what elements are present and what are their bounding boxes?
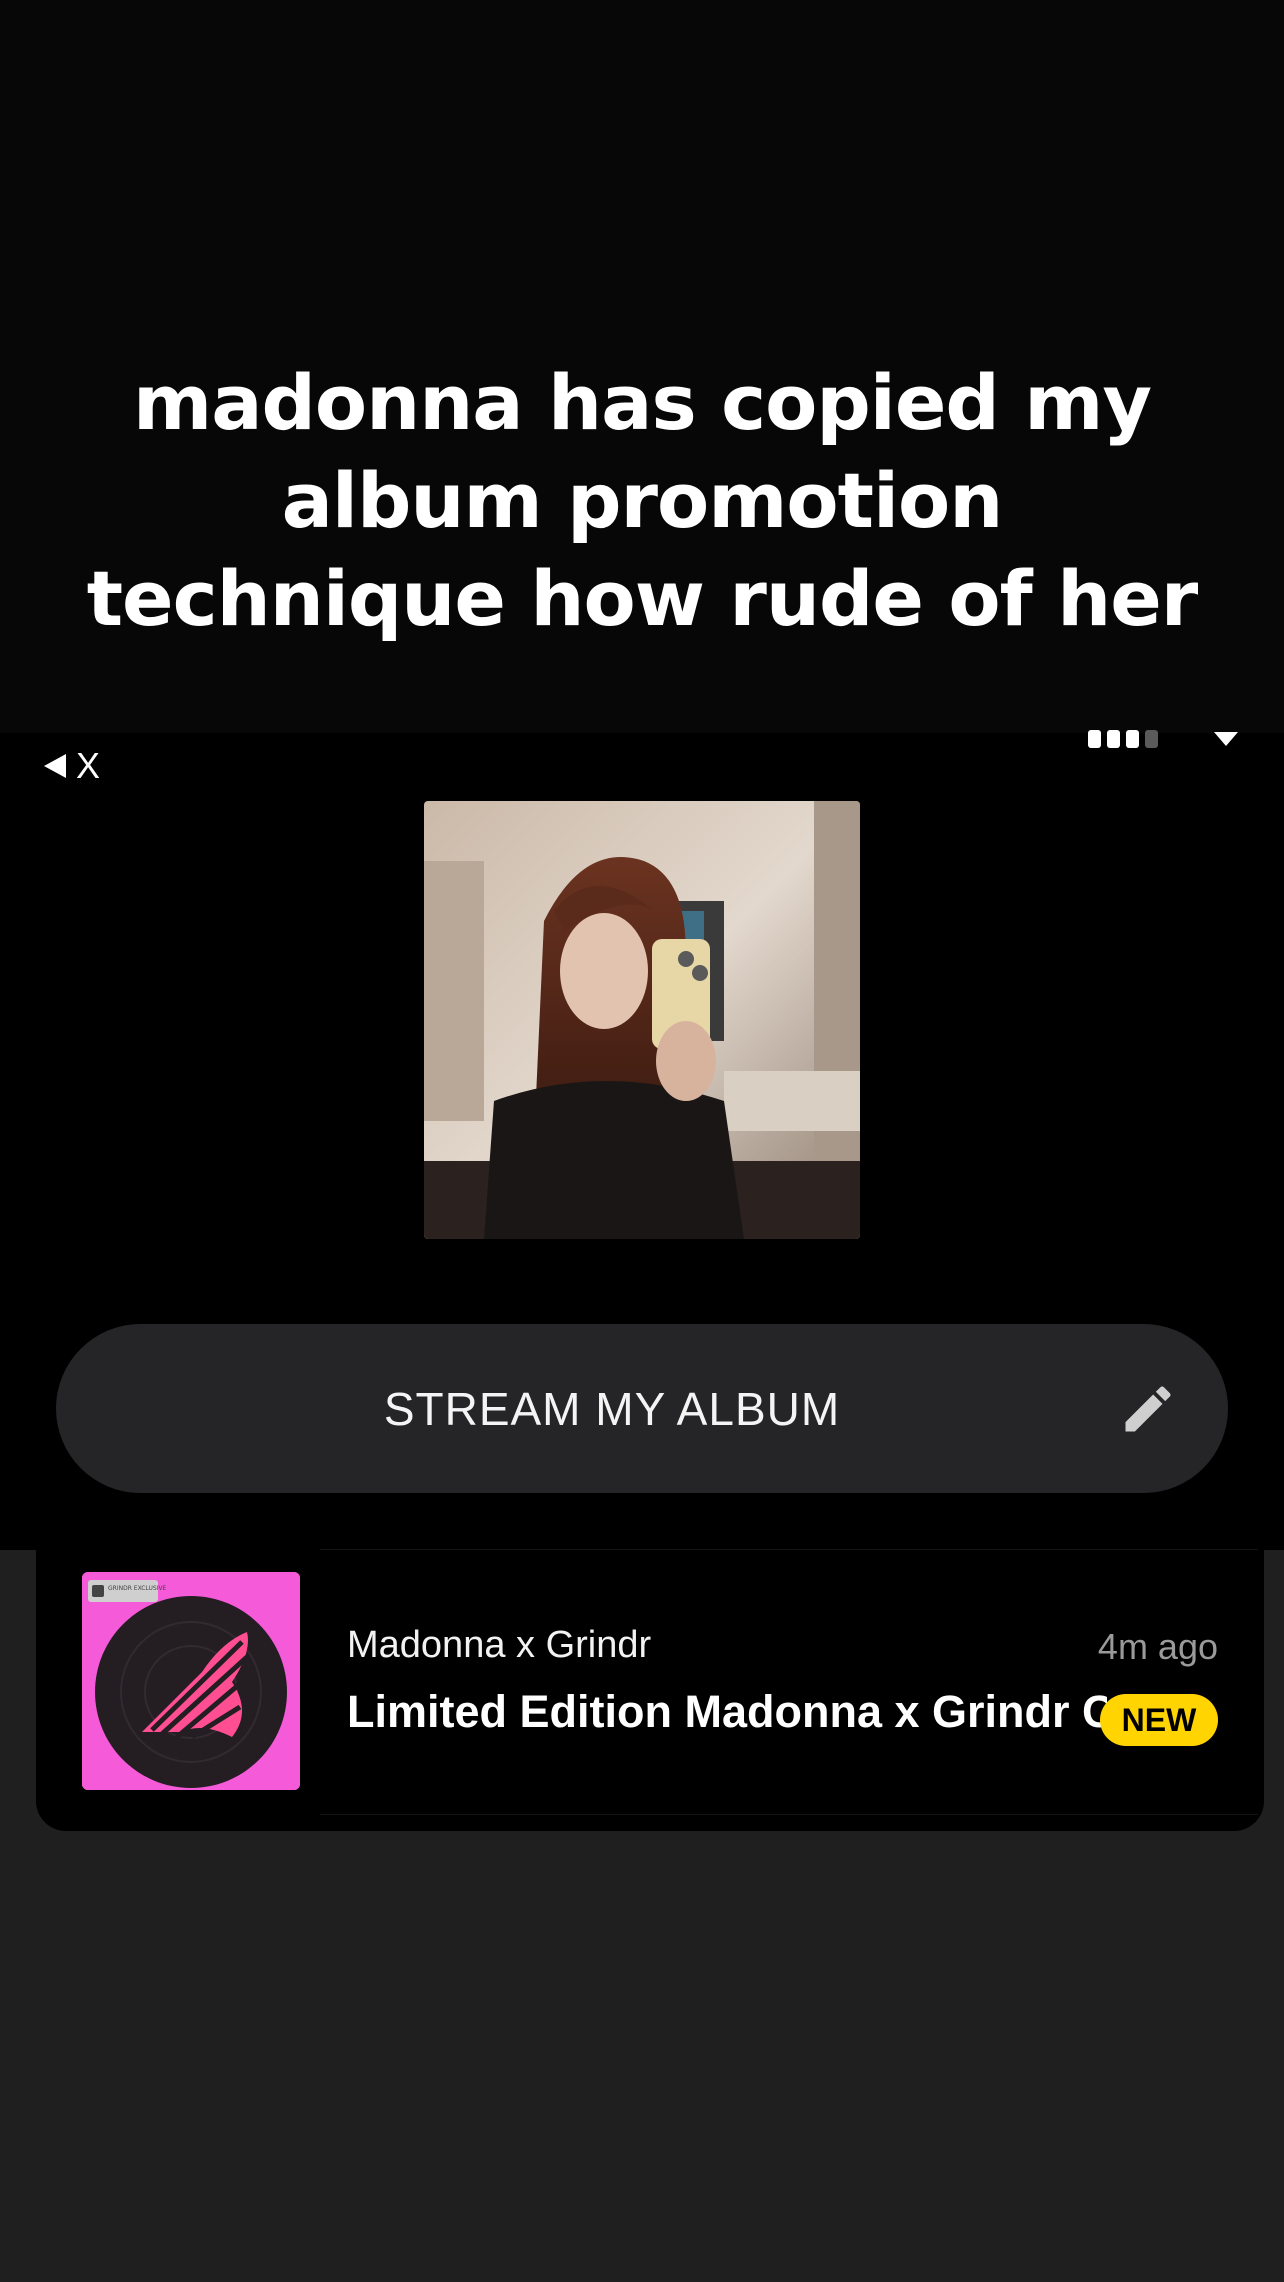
notification-time: 4m ago bbox=[1097, 1626, 1218, 1667]
pencil-icon[interactable] bbox=[1118, 1379, 1178, 1439]
back-arrow-icon bbox=[44, 754, 66, 778]
profile-photo[interactable] bbox=[424, 801, 860, 1239]
notification-sender: Madonna x Grindr bbox=[347, 1624, 652, 1666]
vinyl-record-icon: GRINDR EXCLUSIVE bbox=[82, 1572, 300, 1790]
signal-icon bbox=[1088, 730, 1158, 748]
notification-divider bbox=[320, 1549, 1258, 1815]
selfie-photo-icon bbox=[424, 801, 860, 1239]
stream-album-label: STREAM MY ALBUM bbox=[383, 1382, 841, 1435]
notification-title: Limited Edition Madonna x Grindr C bbox=[347, 1686, 1107, 1737]
back-to-app[interactable]: X bbox=[44, 745, 101, 786]
back-app-label: X bbox=[76, 745, 101, 786]
new-badge: NEW bbox=[1100, 1694, 1218, 1746]
caption-area: madonna has copied my album promotion te… bbox=[0, 0, 1284, 733]
album-art: GRINDR EXCLUSIVE bbox=[82, 1572, 300, 1790]
wifi-icon bbox=[1214, 732, 1238, 746]
art-badge-text: GRINDR EXCLUSIVE bbox=[108, 1585, 167, 1592]
caption-text: madonna has copied my album promotion te… bbox=[86, 358, 1199, 643]
stream-album-button[interactable]: STREAM MY ALBUM bbox=[56, 1324, 1228, 1493]
page: madonna has copied my album promotion te… bbox=[0, 0, 1284, 2282]
